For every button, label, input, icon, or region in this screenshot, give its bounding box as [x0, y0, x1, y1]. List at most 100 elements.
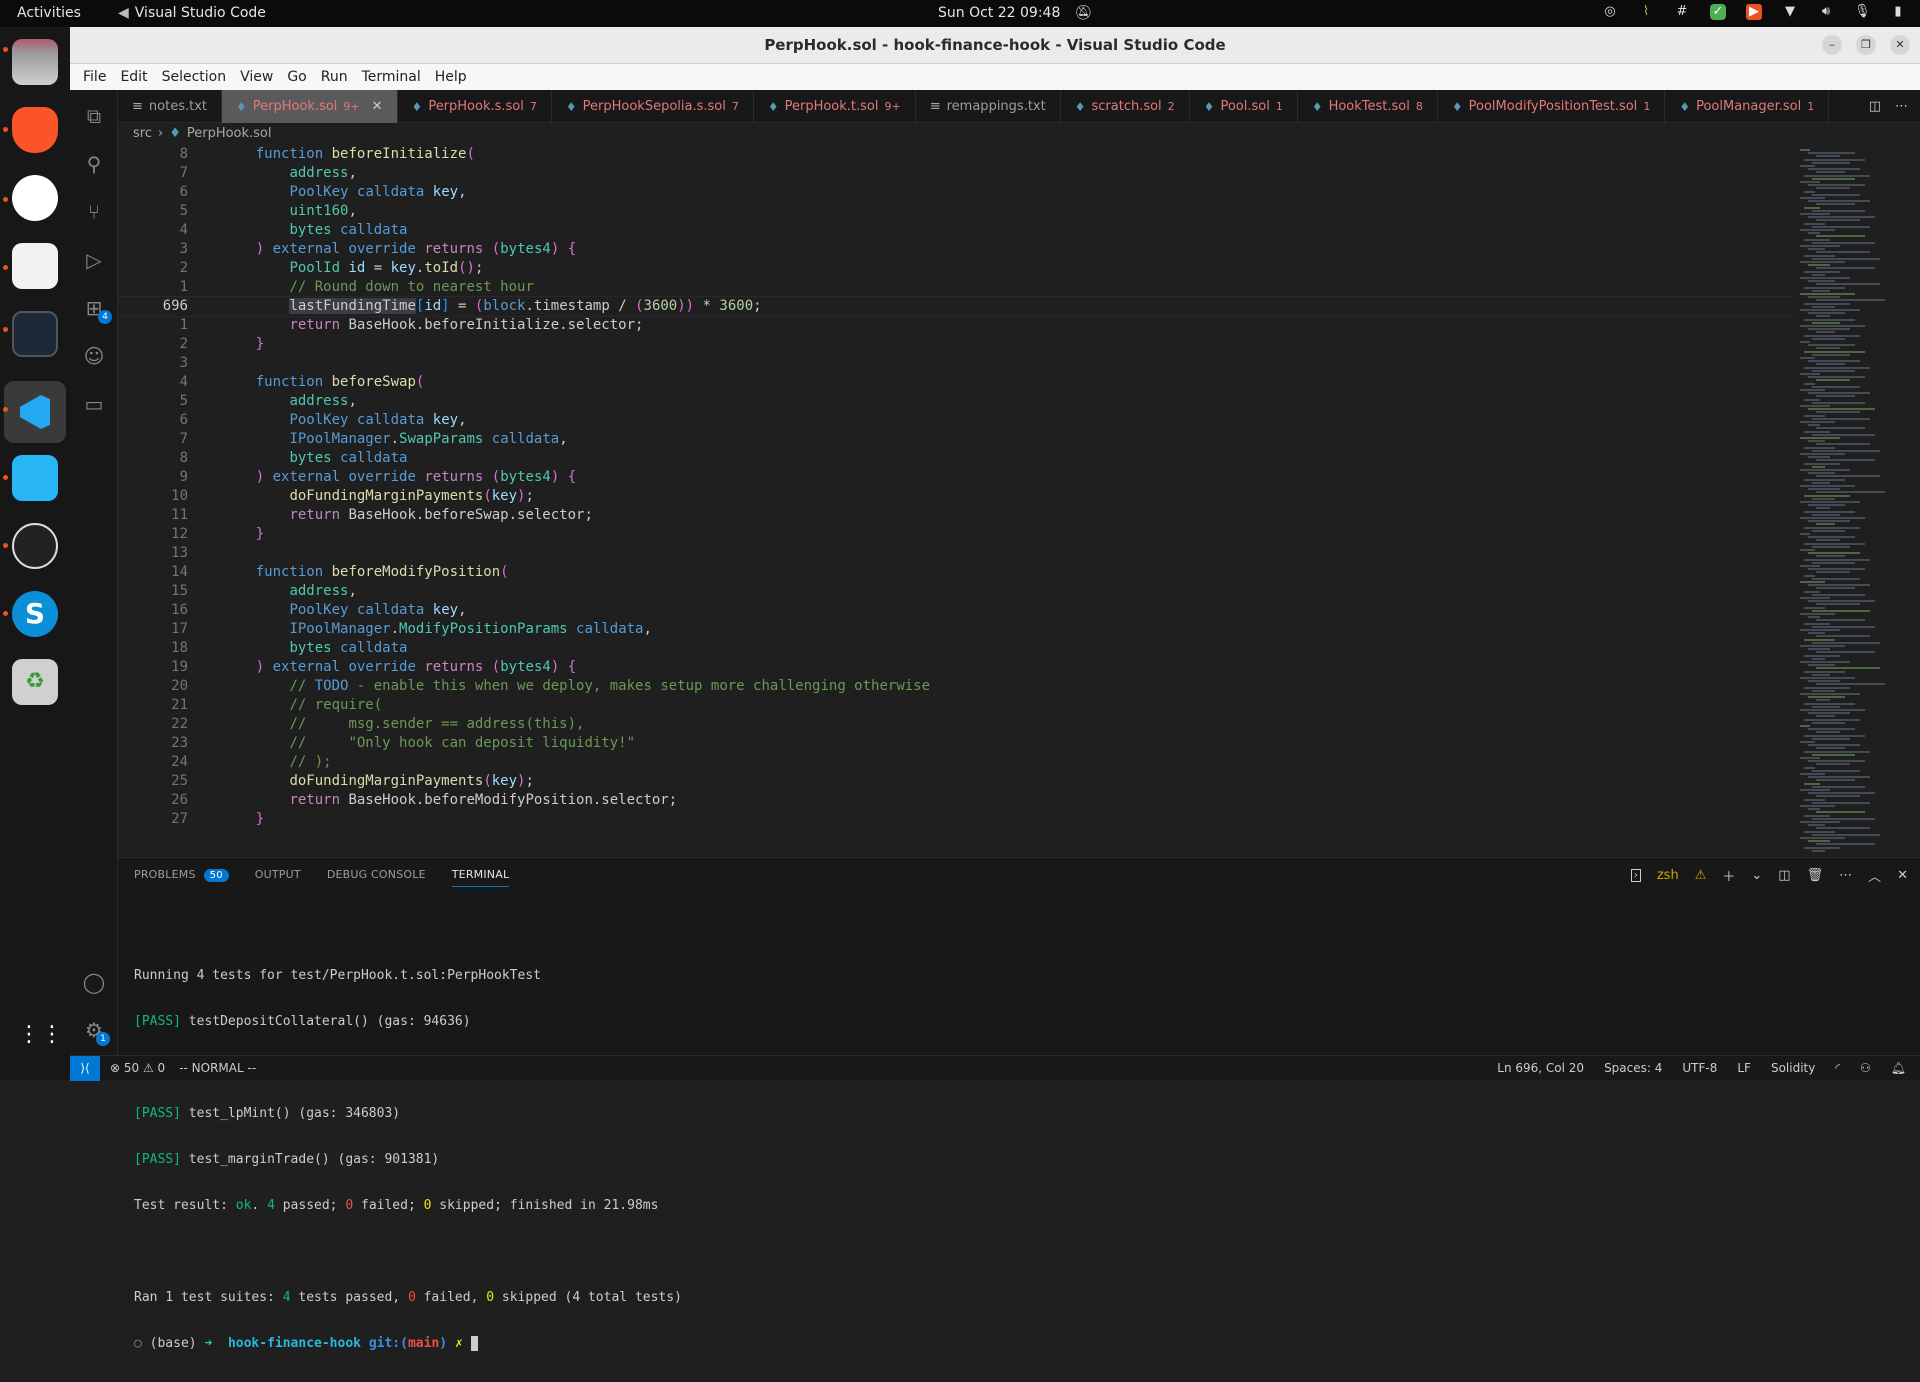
minimize-button[interactable]: –	[1822, 35, 1842, 55]
focused-app-menu[interactable]: ◀ Visual Studio Code	[118, 5, 266, 21]
terminal-output[interactable]: Running 4 tests for test/PerpHook.t.sol:…	[134, 938, 682, 1382]
dock-skype[interactable]: S	[12, 591, 58, 637]
tab-debug-console[interactable]: DEBUG CONSOLE	[327, 868, 426, 881]
clock[interactable]: Sun Oct 22 09:48 🔕︎	[938, 5, 1092, 21]
menu-edit[interactable]: Edit	[113, 69, 154, 85]
code-line[interactable]: 24 // );	[118, 753, 1868, 772]
breadcrumb-file[interactable]: PerpHook.sol	[187, 123, 272, 145]
accounts-icon[interactable]: ◯	[82, 970, 106, 994]
tab-poolmodifypositiontest-sol[interactable]: ♦ PoolModifyPositionTest.sol 1	[1438, 90, 1666, 123]
system-tray[interactable]: ◎ ⌇ # ✓ ▶ ▼ 🔊︎ 🎙︎ ▮	[1602, 4, 1906, 20]
tab-terminal[interactable]: TERMINAL	[451, 862, 510, 887]
dock-obs[interactable]	[12, 523, 58, 569]
slack-icon[interactable]: #	[1674, 4, 1690, 20]
dock-trash[interactable]: ♻	[12, 659, 58, 705]
code-line[interactable]: 6 PoolKey calldata key,	[118, 183, 1868, 202]
terminal-shell-icon[interactable]: ›	[1630, 869, 1641, 882]
new-terminal-icon[interactable]: ＋	[1722, 866, 1735, 885]
code-line[interactable]: 18 bytes calldata	[118, 639, 1868, 658]
indentation[interactable]: Spaces: 4	[1604, 1061, 1662, 1075]
code-line[interactable]: 13	[118, 544, 1868, 563]
notifications-bell-icon[interactable]: 🔔︎	[1891, 1061, 1906, 1075]
mic-icon[interactable]: 🎙︎	[1854, 4, 1871, 20]
code-line[interactable]: 20 // TODO - enable this when we deploy,…	[118, 677, 1868, 696]
check-shield-icon[interactable]: ✓	[1710, 4, 1726, 20]
code-line[interactable]: 15 address,	[118, 582, 1868, 601]
tab-notes-txt[interactable]: ≡ notes.txt	[118, 90, 222, 123]
code-line[interactable]: 27 }	[118, 810, 1868, 829]
dock-files[interactable]	[12, 39, 58, 85]
remote-indicator[interactable]: ⟩⟨	[70, 1055, 100, 1081]
language-mode[interactable]: Solidity	[1771, 1061, 1815, 1075]
wifi-hotspot-icon[interactable]: ⌇	[1638, 4, 1654, 20]
code-line[interactable]: 696 lastFundingTime[id] = (block.timesta…	[117, 296, 1869, 317]
code-line[interactable]: 5 address,	[118, 392, 1868, 411]
code-line[interactable]: 3	[118, 354, 1868, 373]
battery-icon[interactable]: ▮	[1890, 4, 1906, 20]
explorer-icon[interactable]: ⧉	[82, 104, 106, 128]
code-line[interactable]: 19 ) external override returns (bytes4) …	[118, 658, 1868, 677]
menu-run[interactable]: Run	[314, 69, 355, 85]
code-line[interactable]: 17 IPoolManager.ModifyPositionParams cal…	[118, 620, 1868, 639]
chevron-down-icon[interactable]: ⌄	[1751, 868, 1762, 883]
code-line[interactable]: 22 // msg.sender == address(this),	[118, 715, 1868, 734]
code-line[interactable]: 11 return BaseHook.beforeSwap.selector;	[118, 506, 1868, 525]
code-line[interactable]: 23 // "Only hook can deposit liquidity!"	[118, 734, 1868, 753]
more-actions-icon[interactable]: ⋯	[1839, 868, 1852, 883]
code-line[interactable]: 5 uint160,	[118, 202, 1868, 221]
problems-status[interactable]: ⊗ 50 ⚠ 0	[110, 1061, 165, 1075]
run-debug-icon[interactable]: ▷	[82, 248, 106, 272]
tab-hooktest-sol[interactable]: ♦ HookTest.sol 8	[1298, 90, 1438, 123]
live-share-icon[interactable]: ⚇	[1860, 1061, 1871, 1075]
obs-icon[interactable]: ◎	[1602, 4, 1618, 20]
search-icon[interactable]: ⚲	[82, 152, 106, 176]
code-line[interactable]: 25 doFundingMarginPayments(key);	[118, 772, 1868, 791]
end-of-line[interactable]: LF	[1737, 1061, 1751, 1075]
menu-terminal[interactable]: Terminal	[355, 69, 428, 85]
breadcrumb-folder[interactable]: src	[133, 123, 152, 145]
code-editor[interactable]: 8 function beforeInitialize(7 address, 6 …	[117, 145, 1869, 857]
menu-selection[interactable]: Selection	[155, 69, 234, 85]
tab-perphook-s-sol[interactable]: ♦ PerpHook.s.sol 7	[398, 90, 552, 123]
code-line[interactable]: 4 function beforeSwap(	[118, 373, 1868, 392]
tab-pool-sol[interactable]: ♦ Pool.sol 1	[1190, 90, 1298, 123]
screen-share-icon[interactable]: ▶	[1746, 4, 1762, 20]
code-line[interactable]: 4 bytes calldata	[118, 221, 1868, 240]
tab-poolmanager-sol[interactable]: ♦ PoolManager.sol 1	[1665, 90, 1830, 123]
tab-remappings-txt[interactable]: ≡ remappings.txt	[916, 90, 1061, 123]
encoding[interactable]: UTF-8	[1682, 1061, 1717, 1075]
minimap[interactable]	[1792, 145, 1920, 857]
menu-help[interactable]: Help	[428, 69, 474, 85]
activities-button[interactable]: Activities	[17, 5, 81, 21]
dock-network-tool[interactable]	[12, 455, 58, 501]
tab-scratch-sol[interactable]: ♦ scratch.sol 2	[1061, 90, 1190, 123]
code-line[interactable]: 12 }	[118, 525, 1868, 544]
code-line[interactable]: 6 PoolKey calldata key,	[118, 411, 1868, 430]
trash-icon[interactable]: 🗑︎	[1807, 868, 1824, 883]
cursor-position[interactable]: Ln 696, Col 20	[1497, 1061, 1584, 1075]
code-line[interactable]: 7 address,	[118, 164, 1868, 183]
code-line[interactable]: 8 bytes calldata	[118, 449, 1868, 468]
tab-perphooksepolia-s-sol[interactable]: ♦ PerpHookSepolia.s.sol 7	[552, 90, 754, 123]
menu-view[interactable]: View	[233, 69, 280, 85]
more-actions-icon[interactable]: ⋯	[1895, 99, 1908, 114]
source-control-icon[interactable]: ⑂	[82, 200, 106, 224]
code-line[interactable]: 3 ) external override returns (bytes4) {	[118, 240, 1868, 259]
split-editor-icon[interactable]: ◫	[1869, 99, 1881, 114]
menu-file[interactable]: File	[76, 69, 113, 85]
close-tab-icon[interactable]: ✕	[372, 99, 383, 114]
code-line[interactable]: 9 ) external override returns (bytes4) {	[118, 468, 1868, 487]
code-line[interactable]: 14 function beforeModifyPosition(	[118, 563, 1868, 582]
code-line[interactable]: 7 IPoolManager.SwapParams calldata,	[118, 430, 1868, 449]
code-line[interactable]: 2 PoolId id = key.toId();	[118, 259, 1868, 278]
tab-perphook-sol[interactable]: ♦ PerpHook.sol 9+ ✕	[222, 90, 398, 123]
code-line[interactable]: 16 PoolKey calldata key,	[118, 601, 1868, 620]
tab-perphook-t-sol[interactable]: ♦ PerpHook.t.sol 9+	[754, 90, 916, 123]
copilot-icon[interactable]: ☺	[82, 344, 106, 368]
tab-problems[interactable]: PROBLEMS 50	[134, 868, 229, 882]
code-line[interactable]: 8 function beforeInitialize(	[118, 145, 1868, 164]
close-panel-icon[interactable]: ✕	[1897, 868, 1908, 883]
dock-slack[interactable]	[12, 175, 58, 221]
dock-brave[interactable]	[12, 107, 58, 153]
dock-text-editor[interactable]	[12, 243, 58, 289]
